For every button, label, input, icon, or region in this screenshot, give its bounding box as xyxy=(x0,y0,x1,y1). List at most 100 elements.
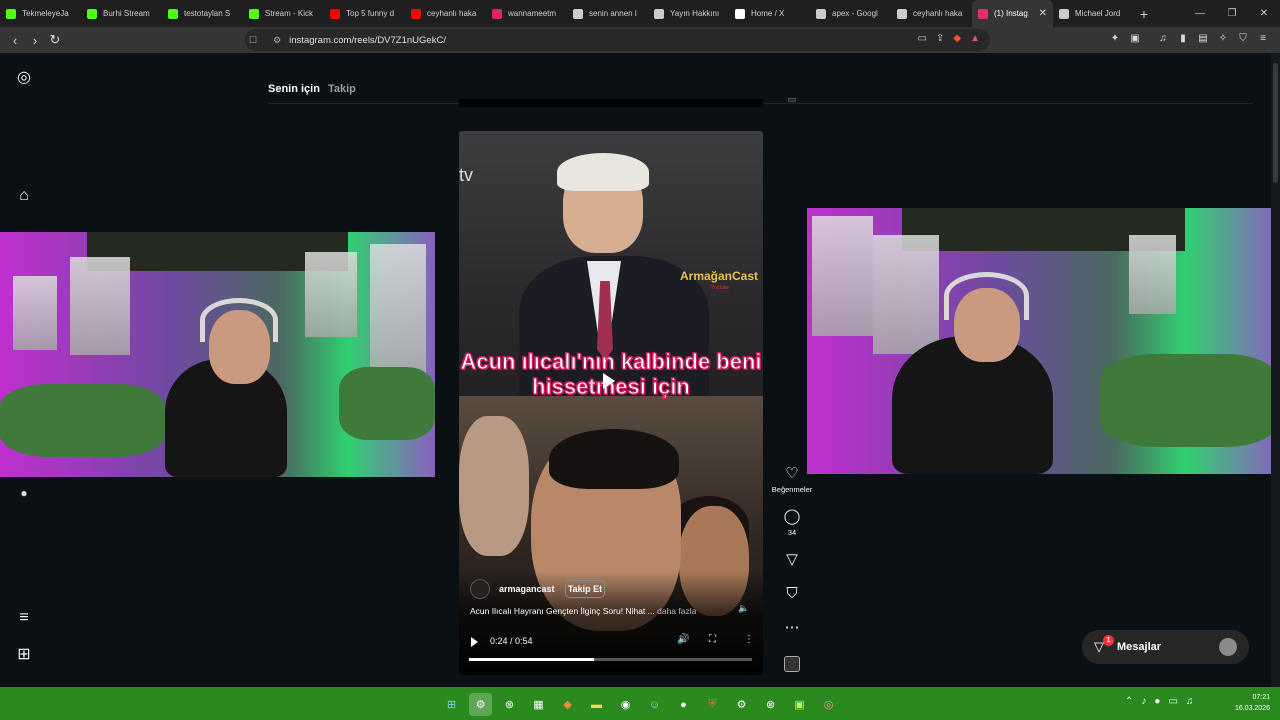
previous-thumb[interactable]: ▭ xyxy=(770,91,814,107)
restore-icon[interactable]: ❐ xyxy=(1216,0,1248,27)
browser-tab[interactable]: TekmeleyeJa xyxy=(0,0,81,27)
tab-title: ceyhanlı haka xyxy=(427,9,477,18)
username-link[interactable]: armagancast xyxy=(499,584,555,594)
instagram-logo-icon[interactable]: ◎ xyxy=(14,68,34,88)
tab-title: (1) Instag xyxy=(994,9,1028,18)
kick-icon xyxy=(249,8,259,19)
google-icon xyxy=(897,8,907,19)
more-menu-icon[interactable]: ≡ xyxy=(14,608,34,628)
tab-for-you[interactable]: Senin için xyxy=(268,83,320,95)
tab-title: Yayın Hakkını xyxy=(670,9,720,18)
more-link[interactable]: daha fazla xyxy=(657,606,696,616)
fullscreen-icon[interactable]: ⛶ xyxy=(709,634,716,645)
reel-video[interactable]: tv ArmağanCast Youtube Acun ılıcalı'nın … xyxy=(459,131,763,675)
more-options-icon[interactable]: ⋮ xyxy=(744,634,754,645)
close-tab-icon[interactable]: ✕ xyxy=(1039,8,1047,19)
screenshot-icon[interactable]: ▣ xyxy=(1128,33,1142,44)
game-icon[interactable]: ● xyxy=(672,693,695,716)
browser-tab[interactable]: ceyhanlı haka xyxy=(891,0,972,27)
app-icon[interactable]: ◆ xyxy=(556,693,579,716)
mute-icon[interactable]: 🔈 xyxy=(738,603,749,614)
page-scrollbar[interactable] xyxy=(1271,53,1280,687)
audio-thumbnail[interactable] xyxy=(784,656,800,672)
browser-tab[interactable]: Burhi Stream xyxy=(81,0,162,27)
browser-tab[interactable]: Michael Jord xyxy=(1053,0,1134,27)
system-clock[interactable]: 07:21 16.03.2026 xyxy=(1228,692,1270,714)
tab-title: wannameetm xyxy=(508,9,557,18)
browser-tab[interactable]: apex - Googl xyxy=(810,0,891,27)
browser-tab[interactable]: wannameetm xyxy=(486,0,567,27)
like-button[interactable]: ♡ Beğenmeler xyxy=(770,466,814,495)
chevron-up-icon[interactable]: ⌃ xyxy=(1125,696,1133,707)
volume-icon[interactable]: 🔊 xyxy=(677,634,689,645)
messages-button[interactable]: ▽ 1 Mesajlar xyxy=(1082,630,1249,664)
search-icon[interactable]: ● xyxy=(14,483,34,503)
url-text[interactable]: instagram.com/reels/DV7Z1nUGekC/ xyxy=(289,35,446,46)
share-button[interactable]: ▽ xyxy=(770,552,814,568)
ellipsis-icon: ⋯ xyxy=(784,619,800,636)
new-tab-button[interactable]: + xyxy=(1134,6,1154,22)
wallet-icon[interactable]: ▤ xyxy=(1196,33,1210,44)
brave-icon[interactable]: ⛨ xyxy=(701,693,724,716)
browser-tab[interactable]: ceyhanlı haka xyxy=(405,0,486,27)
play-icon[interactable] xyxy=(471,637,478,647)
instagram-icon[interactable]: ◎ xyxy=(817,693,840,716)
play-overlay-icon[interactable] xyxy=(603,373,615,389)
steam-icon[interactable]: ⚙ xyxy=(730,693,753,716)
forward-icon[interactable]: › xyxy=(25,33,45,48)
xbox-icon[interactable]: ⊗ xyxy=(498,693,521,716)
back-icon[interactable]: ‹ xyxy=(5,33,25,48)
brave-shield-icon[interactable]: ◆ xyxy=(953,33,961,44)
likes-label: Beğenmeler xyxy=(771,485,813,494)
address-bar[interactable]: ☐ ⚙ instagram.com/reels/DV7Z1nUGekC/ ▭ ⇪… xyxy=(245,29,990,51)
leo-ai-icon[interactable]: ✧ xyxy=(1216,33,1230,44)
minimize-icon[interactable]: — xyxy=(1184,0,1216,27)
nvidia-icon[interactable]: ▣ xyxy=(788,693,811,716)
folder-icon[interactable]: ▬ xyxy=(585,693,608,716)
vpn-icon[interactable]: ⛉ xyxy=(1236,33,1250,44)
browser-tab[interactable]: Home / X xyxy=(729,0,810,27)
apps-icon[interactable]: ⊞ xyxy=(14,645,34,665)
tab-title: Stream - Kick xyxy=(265,9,314,18)
site-settings-icon[interactable]: ⚙ xyxy=(273,35,281,46)
more-actions-button[interactable]: ⋯ xyxy=(770,620,814,636)
page-icon xyxy=(654,8,664,19)
steam-icon[interactable]: ⚙ xyxy=(469,693,492,716)
volume-tray-icon[interactable]: ♫ xyxy=(1186,696,1194,707)
speaker-icon[interactable]: ♪ xyxy=(1141,696,1146,707)
progress-bar[interactable] xyxy=(469,658,752,661)
obs-icon[interactable]: ◉ xyxy=(614,693,637,716)
browser-tab[interactable]: Stream - Kick xyxy=(243,0,324,27)
menu-icon[interactable]: ≡ xyxy=(1256,33,1270,44)
discord-icon[interactable]: ☺ xyxy=(643,693,666,716)
store-icon[interactable]: ▦ xyxy=(527,693,550,716)
follow-button[interactable]: Takip Et xyxy=(565,580,605,598)
browser-tab[interactable]: testotaylan S xyxy=(162,0,243,27)
media-icon[interactable]: ♫ xyxy=(1156,33,1170,44)
home-icon[interactable]: ⌂ xyxy=(14,186,34,206)
reload-icon[interactable]: ↻ xyxy=(45,32,65,48)
cast-icon[interactable]: ▭ xyxy=(918,33,927,44)
start-icon[interactable]: ⊞ xyxy=(440,693,463,716)
instagram-page: ◎ ⌂ ● ≡ ⊞ Senin için Takip tv ArmağanCas… xyxy=(0,53,1280,687)
browser-tab[interactable]: senin annen l xyxy=(567,0,648,27)
avatar[interactable] xyxy=(470,579,490,599)
browser-tab[interactable]: Yayın Hakkını xyxy=(648,0,729,27)
sidebar-icon[interactable]: ▮ xyxy=(1176,33,1190,44)
extensions-icon[interactable]: ✦ xyxy=(1108,33,1122,44)
microphone-icon[interactable]: ● xyxy=(1154,696,1160,707)
save-button[interactable]: ⛉ xyxy=(770,586,814,602)
brave-rewards-icon[interactable]: ▲ xyxy=(970,33,980,44)
google-icon xyxy=(573,8,583,19)
close-window-icon[interactable]: ✕ xyxy=(1248,0,1280,27)
display-icon[interactable]: ▭ xyxy=(1168,696,1177,707)
share-icon[interactable]: ⇪ xyxy=(936,33,944,44)
kick-icon xyxy=(168,8,178,19)
xbox-icon[interactable]: ⊗ xyxy=(759,693,782,716)
description-text: Acun Ilıcalı Hayranı Gençten İlginç Soru… xyxy=(470,606,655,616)
browser-tab[interactable]: (1) Instag ✕ xyxy=(972,0,1053,27)
tab-following[interactable]: Takip xyxy=(328,83,356,95)
comment-button[interactable]: ◯ 34 xyxy=(770,509,814,538)
browser-tab[interactable]: Top 5 funny d xyxy=(324,0,405,27)
bookmark-icon[interactable]: ☐ xyxy=(249,35,257,46)
